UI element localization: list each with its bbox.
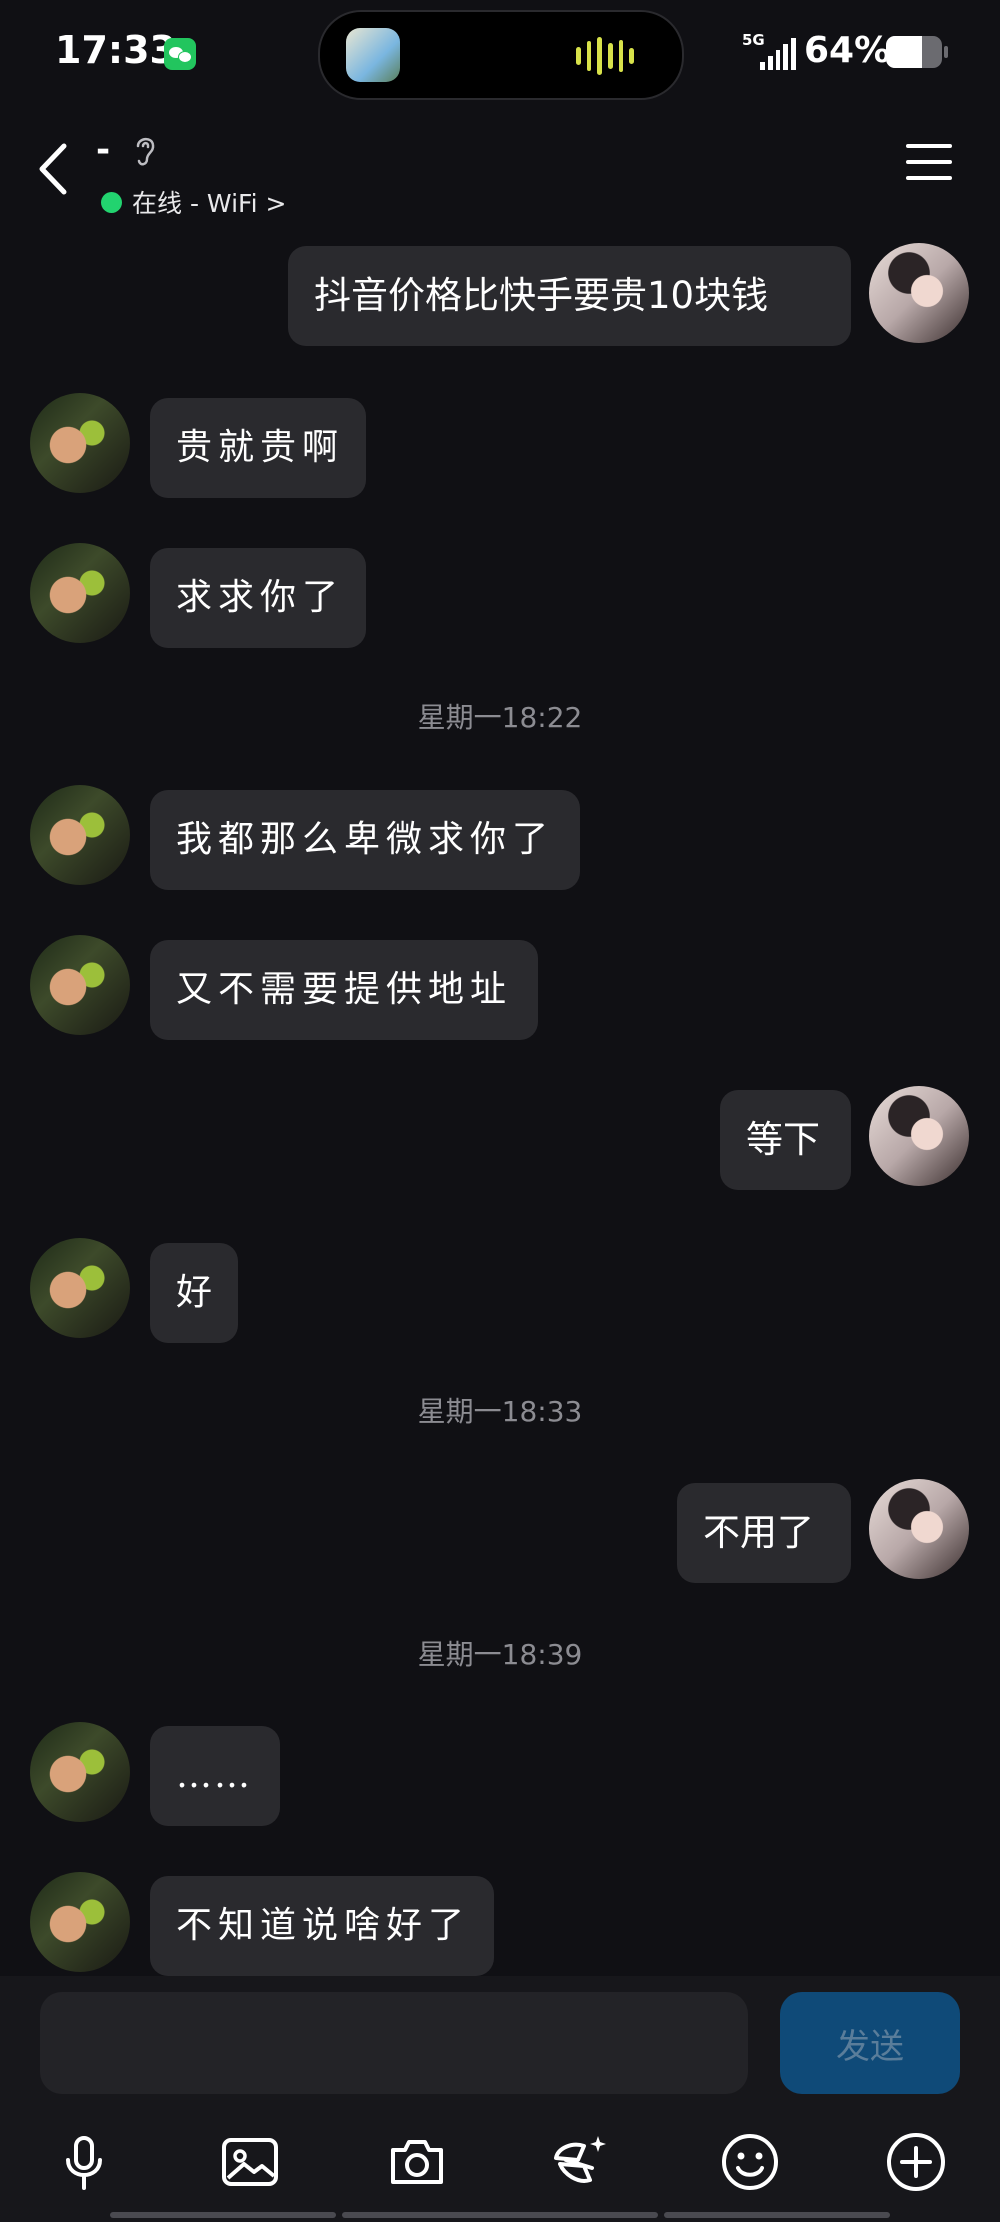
magic-pen-icon[interactable]: [548, 2130, 612, 2194]
nav-bar-segment: [664, 2212, 890, 2218]
battery-percent: 64%: [804, 30, 891, 71]
contact-avatar[interactable]: [30, 1238, 130, 1338]
message-bubble[interactable]: 求求你了: [150, 548, 366, 648]
message-input[interactable]: [40, 1992, 748, 2094]
my-avatar[interactable]: [869, 243, 969, 343]
music-app-icon: [346, 28, 400, 82]
contact-avatar[interactable]: [30, 1722, 130, 1822]
back-arrow-icon[interactable]: [30, 136, 80, 202]
chat-header: - 在线 - WiFi >: [0, 120, 1000, 230]
contact-avatar[interactable]: [30, 785, 130, 885]
online-status[interactable]: 在线 - WiFi >: [132, 184, 286, 220]
contact-avatar[interactable]: [30, 393, 130, 493]
message-bubble[interactable]: 抖音价格比快手要贵10块钱: [288, 246, 851, 346]
battery-cap: [944, 46, 948, 58]
time-separator: 星期一18:33: [417, 1395, 583, 1428]
status-time: 17:33: [55, 28, 176, 72]
contact-name[interactable]: -: [96, 130, 110, 170]
ear-icon: [136, 137, 155, 166]
wechat-notification-icon: [164, 38, 196, 70]
message-bubble[interactable]: 我都那么卑微求你了: [150, 790, 580, 890]
message-bubble[interactable]: 又不需要提供地址: [150, 940, 538, 1040]
input-area: 发送: [0, 1976, 1000, 2222]
message-bubble[interactable]: 贵就贵啊: [150, 398, 366, 498]
my-avatar[interactable]: [869, 1086, 969, 1186]
message-bubble[interactable]: 等下: [720, 1090, 851, 1190]
microphone-icon[interactable]: [52, 2130, 116, 2194]
send-button[interactable]: 发送: [780, 1992, 960, 2094]
message-bubble[interactable]: 不用了: [677, 1483, 851, 1583]
contact-avatar[interactable]: [30, 1872, 130, 1972]
audio-wave-icon: [576, 36, 635, 76]
message-bubble[interactable]: 不知道说啥好了: [150, 1876, 494, 1976]
my-avatar[interactable]: [869, 1479, 969, 1579]
battery-level-fill: [886, 36, 922, 68]
message-bubble[interactable]: 好: [150, 1243, 238, 1343]
message-bubble[interactable]: ……: [150, 1726, 280, 1826]
dynamic-island[interactable]: [318, 10, 684, 100]
contact-avatar[interactable]: [30, 543, 130, 643]
plus-icon[interactable]: [884, 2130, 948, 2194]
status-bar: 17:33 5G 64%: [0, 0, 1000, 110]
signal-icon: [760, 36, 796, 70]
time-separator: 星期一18:22: [417, 701, 583, 734]
online-indicator: [101, 192, 122, 213]
battery-icon: [886, 36, 942, 68]
menu-icon[interactable]: [906, 144, 952, 184]
camera-icon[interactable]: [385, 2130, 449, 2194]
emoji-icon[interactable]: [718, 2130, 782, 2194]
image-icon[interactable]: [218, 2130, 282, 2194]
time-separator: 星期一18:39: [417, 1638, 583, 1671]
home-indicator[interactable]: [342, 2212, 658, 2218]
nav-bar-segment: [110, 2212, 336, 2218]
contact-avatar[interactable]: [30, 935, 130, 1035]
